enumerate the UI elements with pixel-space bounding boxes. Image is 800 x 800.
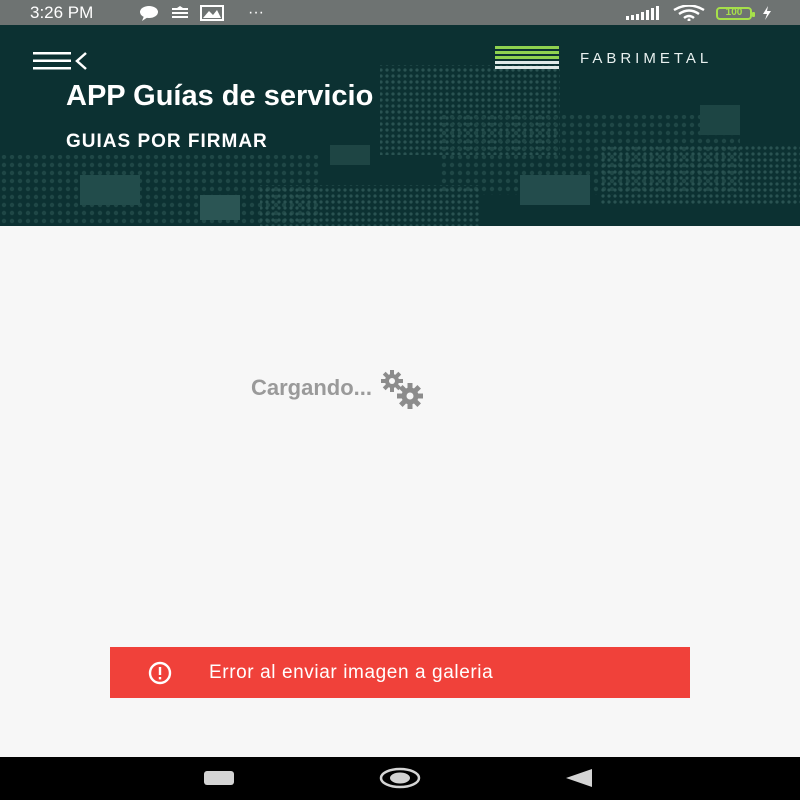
status-time: 3:26 PM — [30, 3, 94, 22]
page-title: APP Guías de servicio — [66, 80, 374, 112]
app-header: FABRIMETAL APP Guías de servicio GUIAS P… — [0, 25, 800, 226]
sync-icon — [172, 6, 188, 18]
chat-icon — [140, 6, 158, 21]
loading-indicator: Cargando... — [251, 368, 436, 409]
menu-collapse-icon[interactable] — [30, 50, 90, 72]
charging-icon — [763, 6, 771, 20]
error-icon — [148, 661, 172, 685]
error-toast[interactable]: Error al enviar imagen a galeria — [110, 647, 690, 698]
home-button[interactable] — [379, 767, 421, 789]
back-button[interactable] — [564, 768, 594, 788]
battery-icon: 100 — [716, 6, 755, 20]
recents-button[interactable] — [203, 770, 235, 786]
brand-logo: FABRIMETAL — [495, 46, 795, 72]
gears-icon — [381, 370, 424, 409]
loading-text: Cargando... — [251, 375, 373, 400]
toast-message: Error al enviar imagen a galeria — [209, 662, 494, 683]
signal-icon — [626, 6, 659, 20]
battery-level: 100 — [725, 7, 743, 18]
status-bar: 3:26 PM ··· 100 — [0, 0, 800, 25]
wifi-icon — [673, 5, 705, 21]
more-notifications: ··· — [248, 4, 264, 21]
page-subtitle: GUIAS POR FIRMAR — [66, 131, 268, 152]
system-nav-bar — [0, 757, 800, 800]
brand-name: FABRIMETAL — [580, 50, 713, 67]
gallery-icon — [200, 5, 224, 21]
brand-logo-mark — [495, 46, 559, 69]
